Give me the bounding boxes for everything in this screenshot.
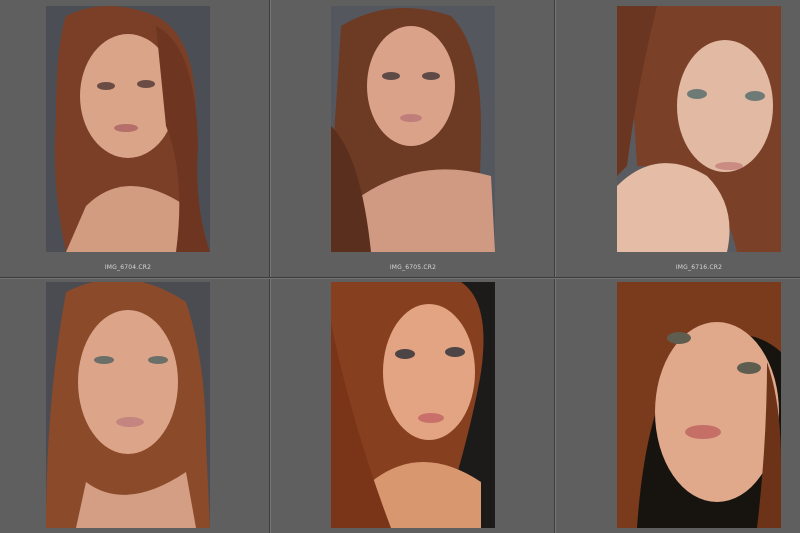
column-divider — [555, 0, 556, 533]
grid-cell-4[interactable] — [0, 279, 270, 533]
portrait-image — [617, 282, 781, 528]
grid-cell-5[interactable] — [271, 279, 555, 533]
grid-cell-2[interactable]: IMG_6705.CR2 — [271, 0, 555, 277]
portrait-image — [331, 6, 495, 252]
portrait-image — [331, 282, 495, 528]
photo-thumbnail[interactable] — [331, 282, 495, 528]
photo-grid: IMG_6704.CR2 IMG_6705.CR2 IMG_6716.CR2 — [0, 0, 800, 533]
grid-cell-1[interactable]: IMG_6704.CR2 — [0, 0, 270, 277]
photo-filename: IMG_6716.CR2 — [675, 264, 723, 271]
portrait-image — [617, 6, 781, 252]
photo-thumbnail[interactable] — [617, 6, 781, 252]
photo-thumbnail[interactable] — [46, 6, 210, 252]
row-divider — [0, 278, 800, 279]
photo-filename: IMG_6704.CR2 — [104, 264, 152, 271]
column-divider — [270, 0, 271, 533]
photo-thumbnail[interactable] — [331, 6, 495, 252]
photo-thumbnail[interactable] — [46, 282, 210, 528]
grid-cell-6[interactable] — [556, 279, 800, 533]
portrait-image — [46, 282, 210, 528]
photo-thumbnail[interactable] — [617, 282, 781, 528]
photo-filename: IMG_6705.CR2 — [389, 264, 437, 271]
grid-cell-3[interactable]: IMG_6716.CR2 — [556, 0, 800, 277]
portrait-image — [46, 6, 210, 252]
